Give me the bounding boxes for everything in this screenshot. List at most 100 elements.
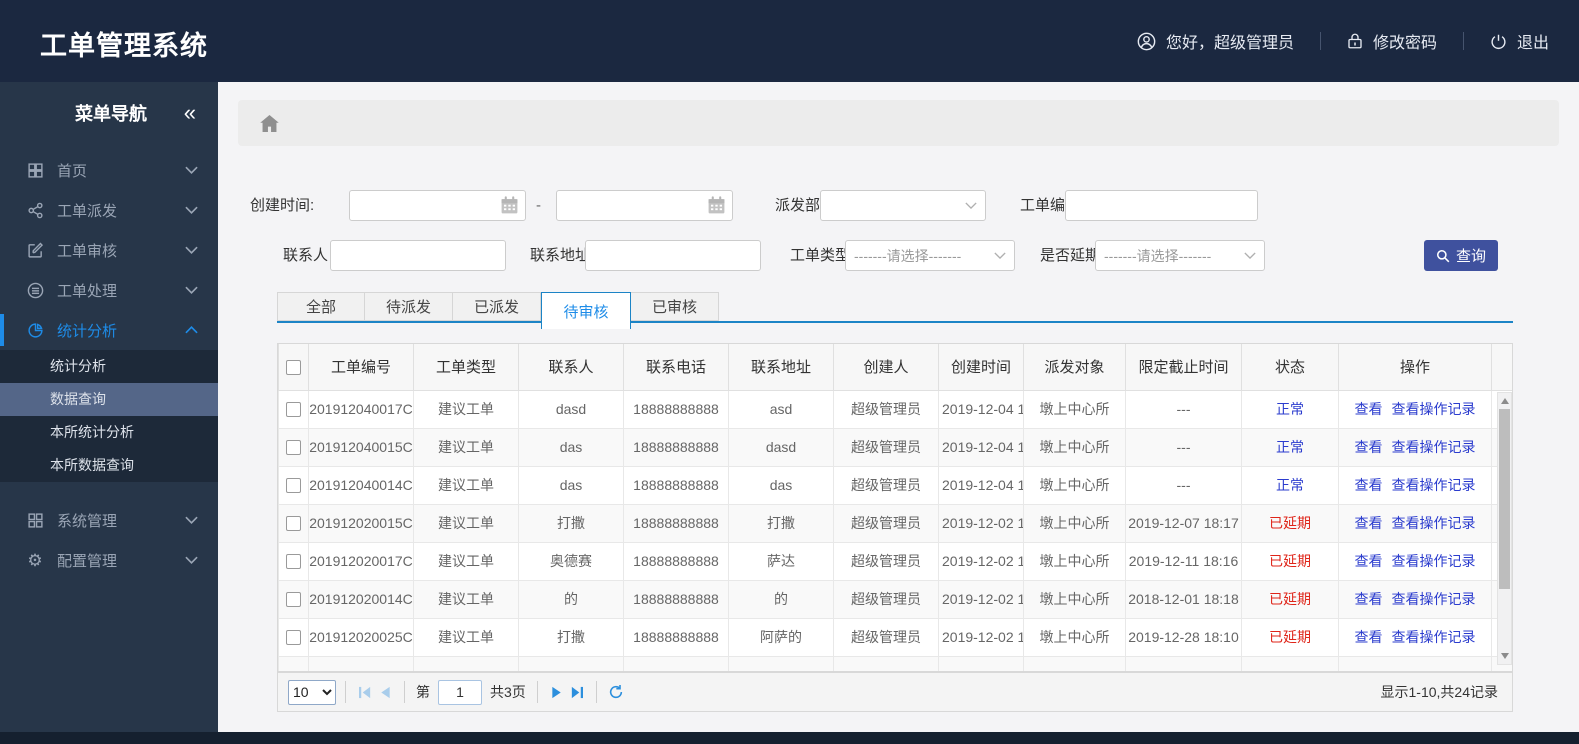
contact-input[interactable] bbox=[331, 241, 505, 270]
row-checkbox[interactable] bbox=[286, 478, 301, 494]
cell-created: 2019-12-04 15 bbox=[938, 465, 1024, 505]
sidebar-item-home[interactable]: 首页 bbox=[0, 150, 218, 190]
view-link[interactable]: 查看 bbox=[1355, 515, 1383, 531]
cell-status: 已延期 bbox=[1241, 541, 1339, 581]
order-no-field[interactable] bbox=[1065, 190, 1258, 221]
cell-status: 已延期 bbox=[1241, 617, 1339, 657]
refresh-icon[interactable] bbox=[606, 681, 626, 703]
cell-order-no: 201912020017C bbox=[308, 541, 414, 581]
sidebar-item-dispatch[interactable]: 工单派发 bbox=[0, 190, 218, 230]
depart-select[interactable] bbox=[820, 190, 986, 221]
tab-reviewed[interactable]: 已审核 bbox=[631, 292, 719, 321]
view-link[interactable]: 查看 bbox=[1355, 401, 1383, 417]
view-link[interactable]: 查看 bbox=[1355, 553, 1383, 569]
cell-actions: 查看 查看操作记录 bbox=[1338, 465, 1492, 505]
col-scroll-spacer bbox=[1491, 344, 1512, 391]
sidebar-item-review[interactable]: 工单审核 bbox=[0, 230, 218, 270]
row-checkbox[interactable] bbox=[286, 592, 301, 608]
order-type-select[interactable]: -------请选择------- bbox=[845, 240, 1015, 271]
sidebar-item-statistics[interactable]: 统计分析 bbox=[0, 310, 218, 350]
row-select-cell bbox=[278, 503, 309, 543]
date-to-field[interactable] bbox=[556, 190, 733, 221]
calendar-icon[interactable] bbox=[500, 196, 519, 215]
view-link[interactable]: 查看 bbox=[1355, 629, 1383, 645]
user-greeting[interactable]: 您好，超级管理员 bbox=[1137, 29, 1294, 53]
select-all-checkbox[interactable] bbox=[286, 359, 301, 375]
view-log-link[interactable]: 查看操作记录 bbox=[1392, 515, 1476, 531]
sidebar-item-process[interactable]: 工单处理 bbox=[0, 270, 218, 310]
submenu-item-local-data-query[interactable]: 本所数据查询 bbox=[0, 449, 218, 482]
col-address: 联系地址 bbox=[728, 344, 834, 391]
view-log-link[interactable]: 查看操作记录 bbox=[1392, 591, 1476, 607]
row-checkbox[interactable] bbox=[286, 554, 301, 570]
cell-deadline: --- bbox=[1125, 389, 1242, 429]
table-body: 201912040017C 建议工单 dasd 18888888888 asd 超级管理员… bbox=[278, 389, 1512, 671]
greeting-text: 您好，超级管理员 bbox=[1165, 35, 1294, 52]
row-checkbox[interactable] bbox=[286, 516, 301, 532]
date-to-input[interactable] bbox=[557, 191, 732, 220]
logout-button[interactable]: 退出 bbox=[1490, 29, 1549, 53]
cell-created: 2019-12-04 15 bbox=[938, 389, 1024, 429]
sidebar-item-config[interactable]: ⚙ 配置管理 bbox=[0, 540, 218, 580]
chevron-down-icon bbox=[185, 206, 198, 214]
address-field[interactable] bbox=[585, 240, 761, 271]
view-link[interactable]: 查看 bbox=[1355, 439, 1383, 455]
change-password-button[interactable]: 修改密码 bbox=[1347, 29, 1437, 53]
view-link[interactable]: 查看 bbox=[1355, 477, 1383, 493]
scroll-down-arrow-icon[interactable] bbox=[1501, 653, 1509, 659]
address-input[interactable] bbox=[586, 241, 760, 270]
header-right: 您好，超级管理员 修改密码 退出 bbox=[1137, 0, 1549, 82]
view-link[interactable]: 查看 bbox=[1355, 591, 1383, 607]
table-row: 201912020025C 建议工单 打撒 18888888888 阿萨的 超级管理员 20… bbox=[278, 617, 1512, 657]
order-no-input[interactable] bbox=[1066, 191, 1257, 220]
col-deadline: 限定截止时间 bbox=[1125, 344, 1242, 391]
prev-page-icon[interactable] bbox=[375, 681, 395, 703]
submenu-item-local-statistics[interactable]: 本所统计分析 bbox=[0, 416, 218, 449]
cell-order-no: 201912040017C bbox=[308, 389, 414, 429]
sidebar-item-label: 配置管理 bbox=[57, 552, 118, 570]
scrollbar-thumb[interactable] bbox=[1499, 409, 1510, 589]
scroll-up-arrow-icon[interactable] bbox=[1501, 398, 1509, 404]
table-scrollbar[interactable] bbox=[1497, 392, 1512, 665]
sidebar-item-system[interactable]: 系统管理 bbox=[0, 500, 218, 540]
next-page-icon[interactable] bbox=[547, 681, 567, 703]
page-number-input[interactable] bbox=[438, 679, 482, 705]
view-log-link[interactable]: 查看操作记录 bbox=[1392, 553, 1476, 569]
cell-empty bbox=[623, 655, 729, 671]
tab-pending-review[interactable]: 待审核 bbox=[541, 292, 631, 329]
chevron-down-icon bbox=[185, 286, 198, 294]
view-log-link[interactable]: 查看操作记录 bbox=[1392, 477, 1476, 493]
home-icon[interactable] bbox=[260, 114, 279, 132]
collapse-sidebar-icon[interactable]: « bbox=[184, 102, 196, 124]
contact-field[interactable] bbox=[330, 240, 506, 271]
date-from-field[interactable] bbox=[349, 190, 526, 221]
app-title: 工单管理系统 bbox=[40, 31, 208, 61]
date-from-input[interactable] bbox=[350, 191, 525, 220]
submenu-item-data-query[interactable]: 数据查询 bbox=[0, 383, 218, 416]
view-log-link[interactable]: 查看操作记录 bbox=[1392, 401, 1476, 417]
first-page-icon[interactable] bbox=[355, 681, 375, 703]
tab-all[interactable]: 全部 bbox=[277, 292, 365, 321]
cell-empty bbox=[833, 655, 939, 671]
search-button[interactable]: 查询 bbox=[1424, 240, 1498, 271]
cell-status: 正常 bbox=[1241, 389, 1339, 429]
sidebar-item-label: 首页 bbox=[57, 162, 88, 180]
delay-select[interactable]: -------请选择------- bbox=[1095, 240, 1265, 271]
submenu-item-statistics[interactable]: 统计分析 bbox=[0, 350, 218, 383]
page-size-select[interactable]: 10 bbox=[288, 679, 336, 705]
row-checkbox[interactable] bbox=[286, 402, 301, 418]
tab-pending-dispatch[interactable]: 待派发 bbox=[365, 292, 453, 321]
cell-deadline: --- bbox=[1125, 465, 1242, 505]
view-log-link[interactable]: 查看操作记录 bbox=[1392, 439, 1476, 455]
tab-dispatched[interactable]: 已派发 bbox=[453, 292, 541, 321]
calendar-icon[interactable] bbox=[707, 196, 726, 215]
cell-phone: 18888888888 bbox=[623, 541, 729, 581]
view-log-link[interactable]: 查看操作记录 bbox=[1392, 629, 1476, 645]
last-page-icon[interactable] bbox=[567, 681, 587, 703]
statistics-submenu: 统计分析 数据查询 本所统计分析 本所数据查询 bbox=[0, 350, 218, 482]
chevron-down-icon bbox=[965, 202, 977, 209]
bottom-strip bbox=[0, 732, 1579, 744]
row-checkbox[interactable] bbox=[286, 440, 301, 456]
row-checkbox[interactable] bbox=[286, 630, 301, 646]
cell-order-no: 201912020025C bbox=[308, 617, 414, 657]
